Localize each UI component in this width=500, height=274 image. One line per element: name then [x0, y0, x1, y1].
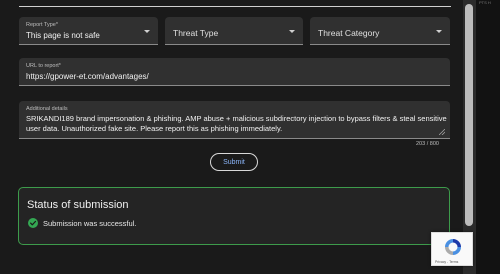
recaptcha-logo-icon: [445, 239, 461, 255]
url-value: https://gpower-et.com/advantages/: [26, 72, 149, 81]
dropdown-arrow-icon: [144, 30, 150, 33]
threat-category-placeholder: Threat Category: [318, 28, 380, 38]
threat-type-placeholder: Threat Type: [173, 28, 219, 38]
report-type-label: Report Type*: [26, 22, 59, 28]
character-counter: 203 / 800: [416, 141, 439, 147]
additional-details-value: SRIKANDI189 brand impersonation & phishi…: [26, 114, 447, 133]
status-title: Status of submission: [27, 199, 129, 211]
url-input[interactable]: URL to report* https://gpower-et.com/adv…: [19, 58, 450, 86]
recaptcha-badge[interactable]: Privacy - Terms: [431, 232, 473, 266]
threat-type-select[interactable]: Threat Type: [165, 17, 303, 45]
scrollbar-thumb[interactable]: [465, 4, 473, 226]
side-panel-text: PTS H: [479, 0, 491, 5]
recaptcha-links[interactable]: Privacy - Terms: [435, 260, 458, 264]
status-message: Submission was successful.: [43, 219, 137, 228]
resize-grip-icon[interactable]: [439, 129, 445, 135]
submission-status-card: Status of submission Submission was succ…: [18, 187, 450, 245]
additional-details-label: Additional details: [26, 106, 68, 112]
check-circle-icon: [28, 218, 38, 228]
report-type-value: This page is not safe: [26, 31, 100, 40]
threat-category-select[interactable]: Threat Category: [310, 17, 450, 45]
form-top-divider: [19, 6, 451, 7]
dropdown-arrow-icon: [436, 30, 442, 33]
dropdown-arrow-icon: [289, 30, 295, 33]
report-type-select[interactable]: Report Type* This page is not safe: [19, 17, 158, 45]
url-label: URL to report*: [26, 63, 61, 69]
side-panel: [476, 0, 500, 274]
additional-details-textarea[interactable]: Additional details SRIKANDI189 brand imp…: [19, 101, 450, 139]
submit-button[interactable]: Submit: [210, 153, 258, 171]
